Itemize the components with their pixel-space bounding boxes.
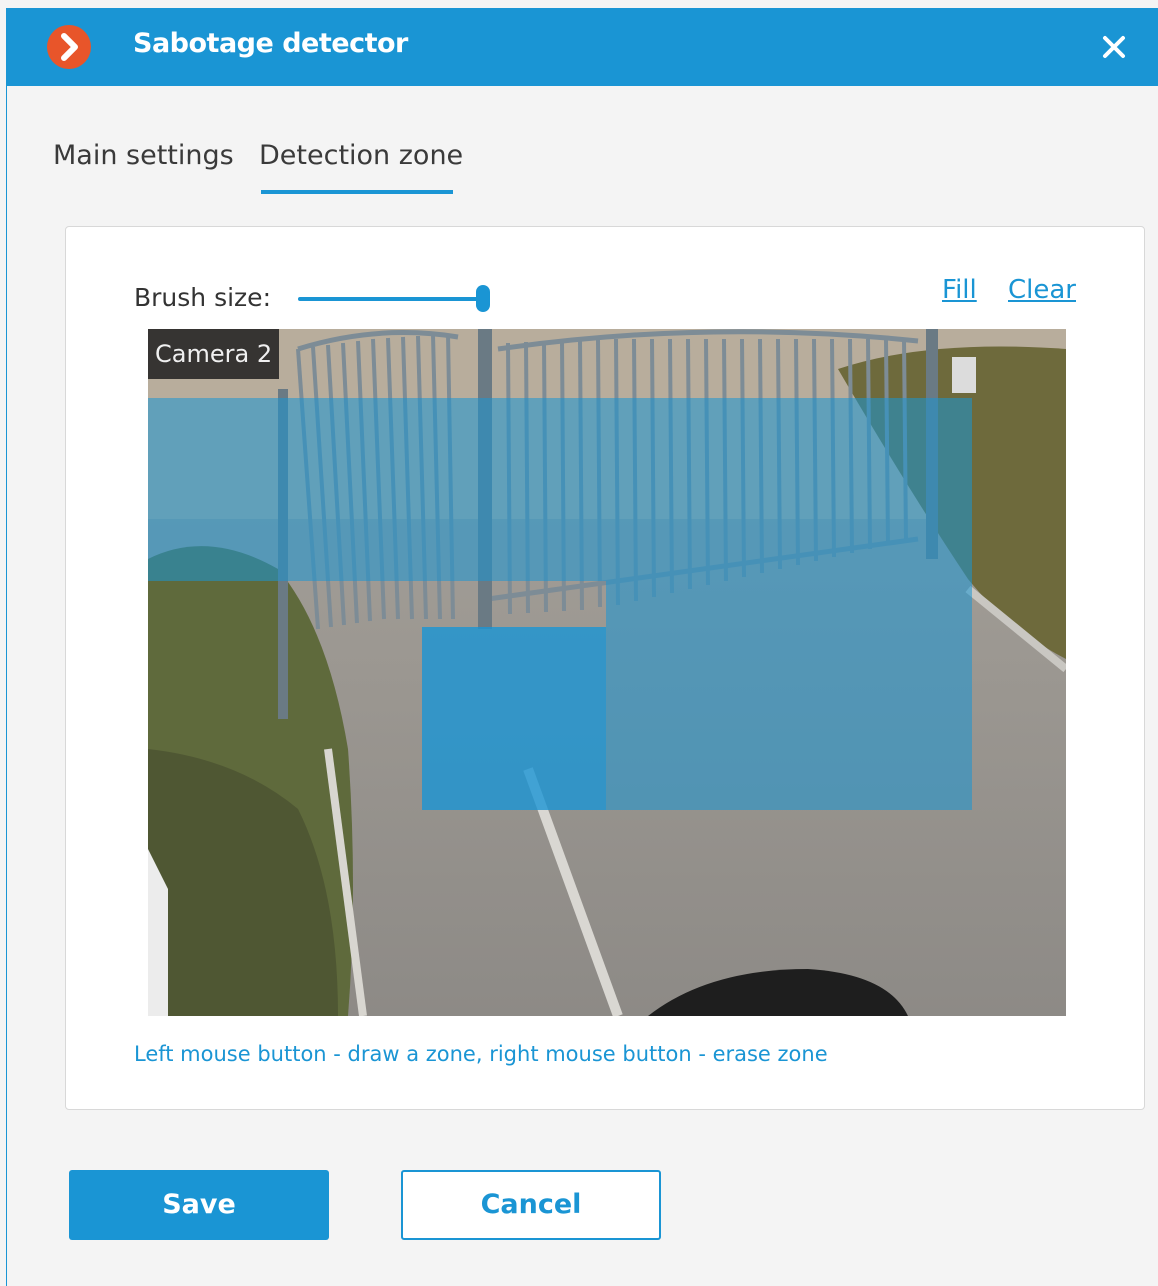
detection-zone-area <box>148 398 972 581</box>
title-bar: Sabotage detector <box>7 8 1158 86</box>
window-title: Sabotage detector <box>133 28 408 59</box>
detection-zone-area <box>422 627 606 810</box>
brush-size-slider-thumb[interactable] <box>476 285 490 312</box>
sabotage-detector-window: Sabotage detector Main settings Detectio… <box>6 8 1158 1286</box>
camera-view[interactable]: Camera 2 <box>148 329 1066 1016</box>
tab-detection-zone[interactable]: Detection zone <box>259 140 463 171</box>
app-logo-icon <box>47 25 91 69</box>
fill-link[interactable]: Fill <box>942 275 977 305</box>
detection-zone-panel: Brush size: Fill Clear Camera 2 Left mou… <box>65 226 1145 1110</box>
detection-zone-area <box>606 581 972 810</box>
tab-main-settings[interactable]: Main settings <box>53 140 234 171</box>
close-icon[interactable] <box>1097 30 1131 64</box>
brush-size-slider[interactable] <box>298 297 480 301</box>
drawing-hint: Left mouse button - draw a zone, right m… <box>134 1042 828 1066</box>
camera-name-label: Camera 2 <box>148 329 280 379</box>
camera-image <box>148 329 1066 1016</box>
save-button[interactable]: Save <box>69 1170 329 1240</box>
cancel-button[interactable]: Cancel <box>401 1170 661 1240</box>
tab-selected-indicator <box>261 190 453 194</box>
brush-size-label: Brush size: <box>134 283 271 312</box>
clear-link[interactable]: Clear <box>1008 275 1076 305</box>
